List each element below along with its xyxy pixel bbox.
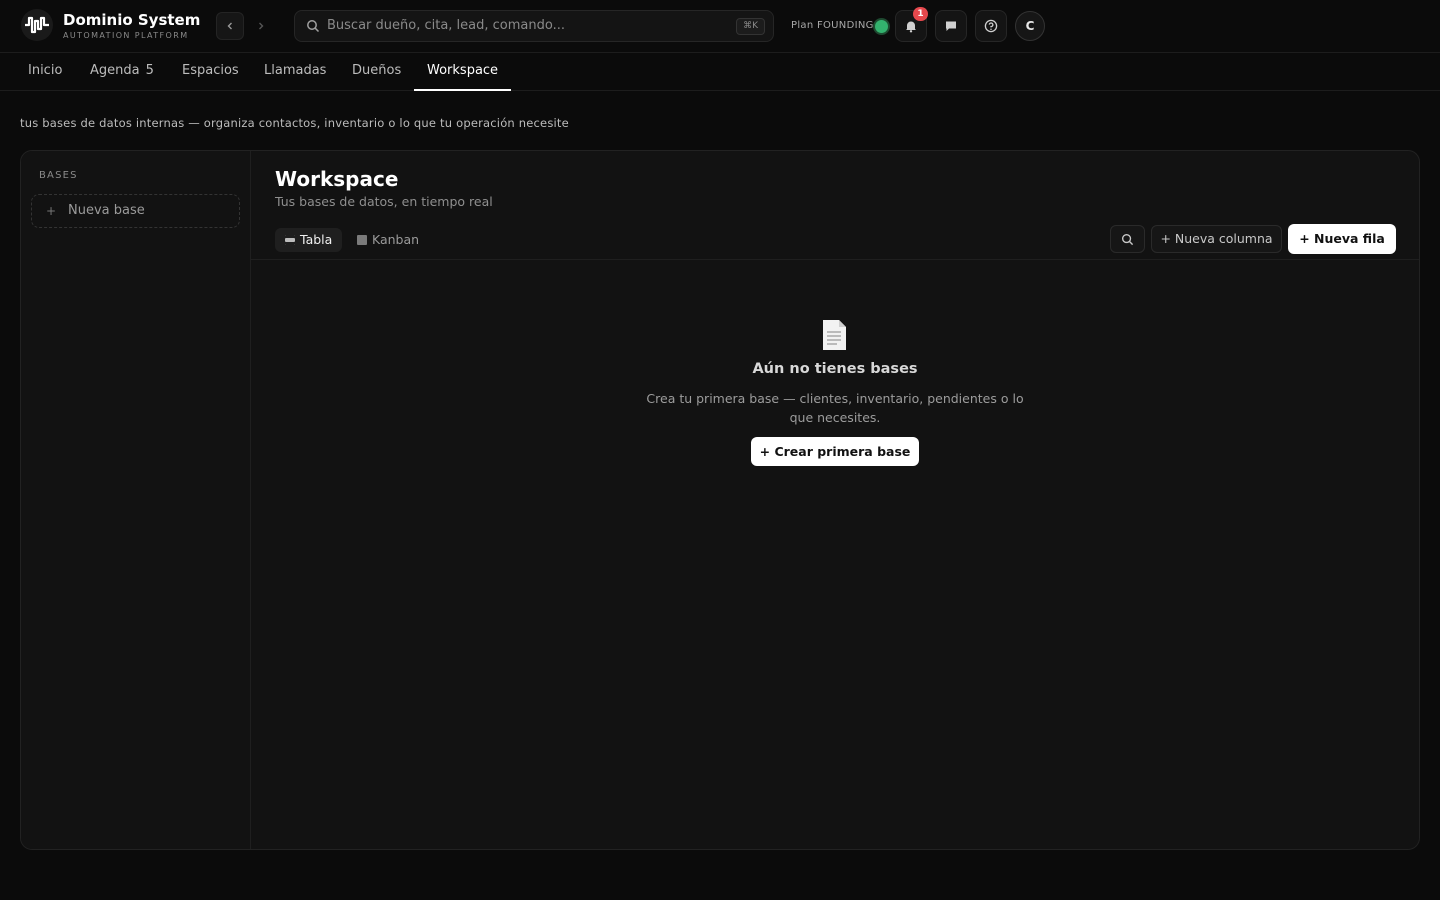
plan-label: Plan FOUNDING xyxy=(791,20,874,31)
new-column-button[interactable]: + Nueva columna xyxy=(1151,225,1282,253)
main-tabs: Inicio Agenda 5 Espacios Llamadas Dueños … xyxy=(0,53,1440,91)
global-search-input[interactable]: Buscar dueño, cita, lead, comando... ⌘K xyxy=(294,10,774,42)
back-button[interactable] xyxy=(216,12,244,40)
top-bar: Dominio System AUTOMATION PLATFORM Busca… xyxy=(0,0,1440,53)
help-icon xyxy=(984,19,998,33)
page-title: Workspace xyxy=(275,167,399,191)
plan-status-dot xyxy=(875,20,888,33)
new-base-label: Nueva base xyxy=(68,203,145,218)
user-avatar[interactable]: C xyxy=(1015,11,1045,41)
bell-icon xyxy=(906,21,916,33)
tab-label: Espacios xyxy=(182,63,239,78)
tab-label: Llamadas xyxy=(264,63,327,78)
tab-label: Inicio xyxy=(28,63,63,78)
view-tab-label: Tabla xyxy=(300,232,333,247)
view-tab-label: Kanban xyxy=(372,232,420,247)
chevron-right-icon xyxy=(259,22,264,30)
table-search-button[interactable] xyxy=(1110,225,1145,253)
chevron-left-icon xyxy=(227,22,232,30)
empty-state-title: Aún no tienes bases xyxy=(752,361,918,377)
tab-label: Workspace xyxy=(427,63,499,78)
plus-icon: + xyxy=(46,204,57,218)
pulse-logo-icon xyxy=(25,16,49,34)
search-icon xyxy=(1121,233,1134,245)
tab-duenos[interactable]: Dueños xyxy=(339,53,414,91)
tab-agenda[interactable]: Agenda 5 xyxy=(77,53,167,91)
new-base-button[interactable]: + Nueva base xyxy=(31,194,240,228)
workspace-main: Workspace Tus bases de datos, en tiempo … xyxy=(251,151,1419,849)
page-description: tus bases de datos internas — organiza c… xyxy=(20,116,569,130)
messages-button[interactable] xyxy=(935,10,967,42)
table-icon xyxy=(285,235,295,245)
document-icon xyxy=(823,320,846,350)
notification-badge: 1 xyxy=(913,7,928,21)
brand-logo[interactable] xyxy=(21,9,53,41)
tab-llamadas[interactable]: Llamadas xyxy=(251,53,339,91)
tab-label: Agenda xyxy=(90,63,140,78)
tab-label: Dueños xyxy=(352,63,402,78)
tab-count: 5 xyxy=(145,63,154,78)
sidebar-title: BASES xyxy=(39,170,78,181)
page-subtitle: Tus bases de datos, en tiempo real xyxy=(275,194,493,209)
new-row-button[interactable]: + Nueva fila xyxy=(1288,224,1396,254)
toolbar-divider xyxy=(251,259,1419,260)
tab-workspace[interactable]: Workspace xyxy=(414,53,512,91)
view-tab-kanban[interactable]: Kanban xyxy=(347,228,429,252)
forward-button[interactable] xyxy=(247,12,275,40)
chat-icon xyxy=(946,21,956,31)
search-shortcut: ⌘K xyxy=(736,18,765,35)
help-button[interactable] xyxy=(975,10,1007,42)
kanban-icon xyxy=(357,235,367,245)
brand-subtitle: AUTOMATION PLATFORM xyxy=(63,31,189,40)
brand-title: Dominio System xyxy=(63,11,201,29)
tab-inicio[interactable]: Inicio xyxy=(15,53,75,91)
view-tab-table[interactable]: Tabla xyxy=(275,228,343,252)
tab-espacios[interactable]: Espacios xyxy=(169,53,252,91)
workspace-panel: BASES + Nueva base Workspace Tus bases d… xyxy=(20,150,1420,850)
bases-sidebar: BASES + Nueva base xyxy=(21,151,251,849)
search-icon xyxy=(307,20,320,33)
search-placeholder: Buscar dueño, cita, lead, comando... xyxy=(327,18,565,33)
create-first-base-button[interactable]: + Crear primera base xyxy=(751,437,919,466)
empty-state-text: Crea tu primera base — clientes, inventa… xyxy=(646,391,1024,425)
